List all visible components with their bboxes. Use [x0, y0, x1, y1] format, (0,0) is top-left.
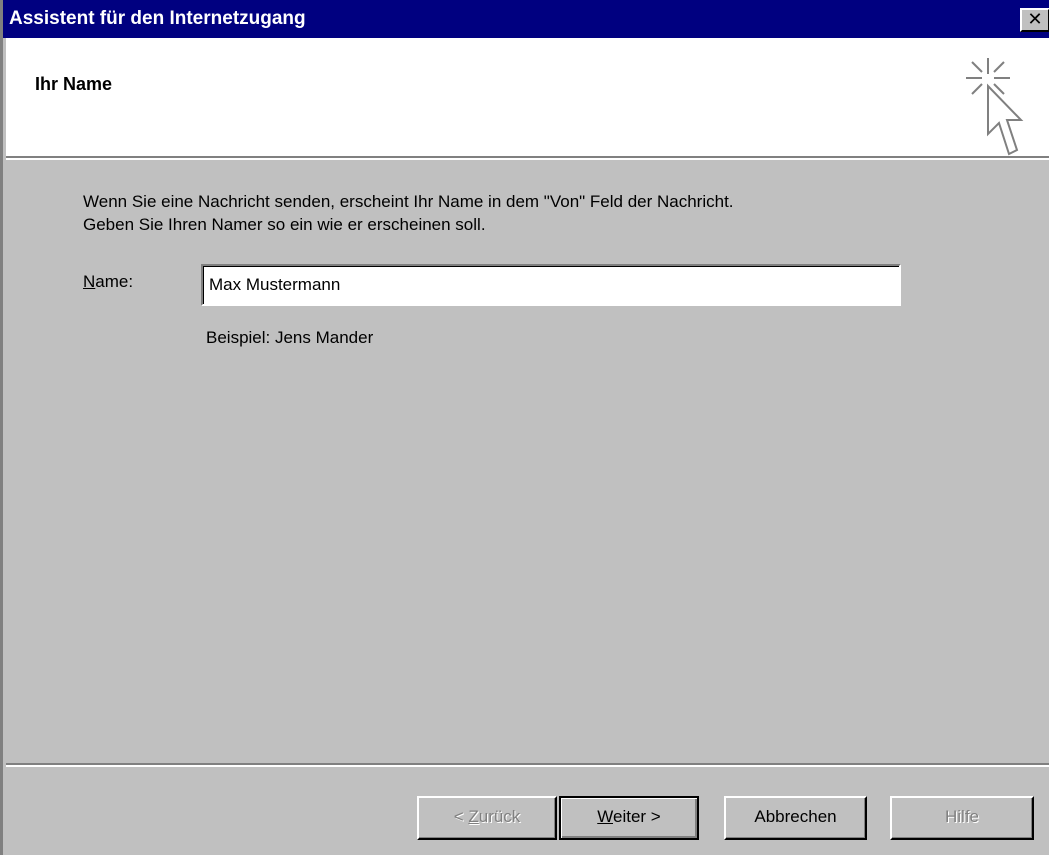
example-text: Beispiel: Jens Mander: [206, 328, 374, 347]
back-accel: Z: [468, 807, 479, 826]
header-divider-highlight: [6, 158, 1049, 160]
back-prefix: <: [453, 807, 469, 826]
next-accel: W: [597, 807, 613, 826]
name-label: Name:: [83, 272, 133, 292]
footer-divider-highlight: [6, 765, 1049, 767]
intro-line-1: Wenn Sie eine Nachricht senden, erschein…: [83, 192, 734, 211]
wizard-cursor-icon: [966, 58, 1024, 156]
close-button[interactable]: ✕: [1020, 8, 1049, 32]
name-label-accel: N: [83, 272, 96, 291]
back-rest: urück: [478, 807, 521, 826]
intro-text: Wenn Sie eine Nachricht senden, erschein…: [83, 190, 734, 236]
back-button[interactable]: < Zurück: [417, 796, 557, 840]
name-input[interactable]: [201, 264, 901, 306]
next-button[interactable]: Weiter >: [559, 796, 699, 840]
intro-line-2: Geben Sie Ihren Namer so ein wie er ersc…: [83, 215, 486, 234]
page-title: Ihr Name: [35, 74, 113, 94]
wizard-window: Assistent für den Internetzugang ✕ Ihr N…: [0, 0, 1049, 855]
help-button[interactable]: Hilfe: [890, 796, 1034, 840]
name-label-rest: ame:: [95, 272, 134, 291]
title-bar[interactable]: Assistent für den Internetzugang ✕: [3, 0, 1049, 38]
cancel-button[interactable]: Abbrechen: [724, 796, 867, 840]
next-rest: eiter >: [613, 807, 661, 826]
window-title: Assistent für den Internetzugang: [9, 8, 306, 29]
close-icon: ✕: [1027, 9, 1043, 29]
wizard-header: [6, 38, 1049, 156]
